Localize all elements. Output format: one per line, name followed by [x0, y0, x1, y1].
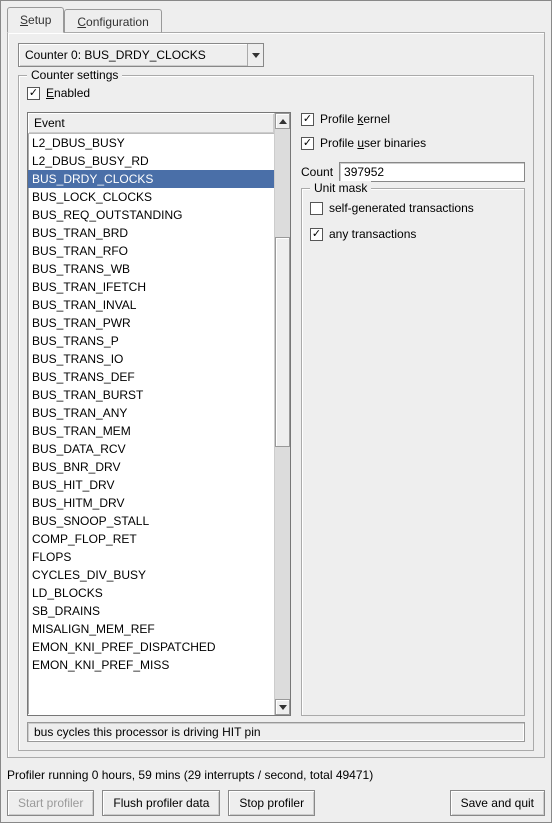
list-item[interactable]: BUS_TRAN_IFETCH — [28, 278, 274, 296]
list-item[interactable]: BUS_TRANS_DEF — [28, 368, 274, 386]
count-label: Count — [301, 165, 333, 179]
unit-mask-group: Unit mask self-generated transactions an… — [301, 188, 525, 716]
list-item[interactable]: L2_DBUS_BUSY_RD — [28, 152, 274, 170]
profile-kernel-label: Profile kernel — [320, 112, 390, 126]
window: Setup Configuration Counter 0: BUS_DRDY_… — [0, 0, 552, 823]
tab-configuration[interactable]: Configuration — [64, 9, 161, 33]
list-item[interactable]: BUS_SNOOP_STALL — [28, 512, 274, 530]
profile-kernel-row: Profile kernel — [301, 112, 525, 126]
tab-pane-setup: Counter 0: BUS_DRDY_CLOCKS Counter setti… — [7, 32, 545, 758]
settings-columns: Event L2_DBUS_BUSYL2_DBUS_BUSY_RDBUS_DRD… — [27, 112, 525, 716]
any-trans-label: any transactions — [329, 227, 416, 241]
arrow-down-icon — [279, 705, 287, 710]
list-item[interactable]: BUS_TRAN_RFO — [28, 242, 274, 260]
self-gen-checkbox[interactable] — [310, 202, 323, 215]
list-item[interactable]: BUS_TRAN_BURST — [28, 386, 274, 404]
event-list-content: Event L2_DBUS_BUSYL2_DBUS_BUSY_RDBUS_DRD… — [28, 113, 274, 715]
list-item[interactable]: L2_DBUS_BUSY — [28, 134, 274, 152]
scroll-thumb[interactable] — [275, 237, 290, 447]
scroll-track[interactable] — [275, 129, 290, 699]
event-column: Event L2_DBUS_BUSYL2_DBUS_BUSY_RDBUS_DRD… — [27, 112, 291, 716]
list-item[interactable]: BUS_DATA_RCV — [28, 440, 274, 458]
any-trans-checkbox[interactable] — [310, 228, 323, 241]
event-description: bus cycles this processor is driving HIT… — [27, 722, 525, 742]
list-item[interactable]: CYCLES_DIV_BUSY — [28, 566, 274, 584]
list-item[interactable]: FLOPS — [28, 548, 274, 566]
list-item[interactable]: LD_BLOCKS — [28, 584, 274, 602]
button-row: Start profiler Flush profiler data Stop … — [7, 790, 545, 816]
flush-profiler-button[interactable]: Flush profiler data — [102, 790, 220, 816]
tab-bar: Setup Configuration — [7, 7, 545, 33]
list-item[interactable]: BUS_TRAN_BRD — [28, 224, 274, 242]
list-item[interactable]: BUS_TRANS_P — [28, 332, 274, 350]
list-item[interactable]: COMP_FLOP_RET — [28, 530, 274, 548]
profile-kernel-checkbox[interactable] — [301, 113, 314, 126]
enabled-checkbox[interactable] — [27, 87, 40, 100]
status-text: Profiler running 0 hours, 59 mins (29 in… — [7, 766, 545, 784]
event-listbox[interactable]: Event L2_DBUS_BUSYL2_DBUS_BUSY_RDBUS_DRD… — [27, 112, 291, 716]
list-item[interactable]: BUS_TRAN_ANY — [28, 404, 274, 422]
options-column: Profile kernel Profile user binaries Cou… — [301, 112, 525, 716]
tab-config-rest: onfiguration — [86, 15, 149, 29]
list-item[interactable]: BUS_DRDY_CLOCKS — [28, 170, 274, 188]
count-input[interactable] — [339, 162, 525, 182]
event-list[interactable]: L2_DBUS_BUSYL2_DBUS_BUSY_RDBUS_DRDY_CLOC… — [28, 134, 274, 715]
counter-select-arrow[interactable] — [247, 44, 263, 66]
event-scrollbar[interactable] — [274, 113, 290, 715]
counter-select-label: Counter 0: BUS_DRDY_CLOCKS — [25, 48, 206, 62]
enabled-label: Enabled — [46, 86, 90, 100]
chevron-down-icon — [252, 53, 260, 58]
counter-settings-group: Counter settings Enabled Event L2_DBUS_B… — [18, 75, 534, 751]
list-item[interactable]: BUS_LOCK_CLOCKS — [28, 188, 274, 206]
list-item[interactable]: BUS_TRAN_PWR — [28, 314, 274, 332]
list-item[interactable]: EMON_KNI_PREF_DISPATCHED — [28, 638, 274, 656]
list-item[interactable]: MISALIGN_MEM_REF — [28, 620, 274, 638]
scroll-up-button[interactable] — [275, 113, 290, 129]
tab-setup[interactable]: Setup — [7, 7, 64, 33]
profile-user-row: Profile user binaries — [301, 136, 525, 150]
list-item[interactable]: BUS_TRAN_MEM — [28, 422, 274, 440]
profile-user-label: Profile user binaries — [320, 136, 426, 150]
start-profiler-button[interactable]: Start profiler — [7, 790, 94, 816]
any-trans-row: any transactions — [310, 227, 516, 241]
stop-profiler-button[interactable]: Stop profiler — [228, 790, 315, 816]
arrow-up-icon — [279, 119, 287, 124]
tab-setup-rest: etup — [28, 13, 51, 27]
counter-settings-legend: Counter settings — [27, 68, 122, 82]
list-item[interactable]: EMON_KNI_PREF_MISS — [28, 656, 274, 674]
event-list-header[interactable]: Event — [28, 113, 274, 134]
list-item[interactable]: BUS_HIT_DRV — [28, 476, 274, 494]
list-item[interactable]: BUS_HITM_DRV — [28, 494, 274, 512]
profile-user-checkbox[interactable] — [301, 137, 314, 150]
list-item[interactable]: BUS_TRANS_WB — [28, 260, 274, 278]
list-item[interactable]: SB_DRAINS — [28, 602, 274, 620]
counter-select[interactable]: Counter 0: BUS_DRDY_CLOCKS — [18, 43, 264, 67]
scroll-down-button[interactable] — [275, 699, 290, 715]
list-item[interactable]: BUS_BNR_DRV — [28, 458, 274, 476]
save-quit-button[interactable]: Save and quit — [450, 790, 545, 816]
unit-mask-legend: Unit mask — [310, 181, 371, 195]
self-gen-label: self-generated transactions — [329, 201, 474, 215]
count-row: Count — [301, 162, 525, 182]
self-gen-row: self-generated transactions — [310, 201, 516, 215]
enabled-row: Enabled — [27, 86, 525, 100]
list-item[interactable]: BUS_REQ_OUTSTANDING — [28, 206, 274, 224]
list-item[interactable]: BUS_TRAN_INVAL — [28, 296, 274, 314]
list-item[interactable]: BUS_TRANS_IO — [28, 350, 274, 368]
